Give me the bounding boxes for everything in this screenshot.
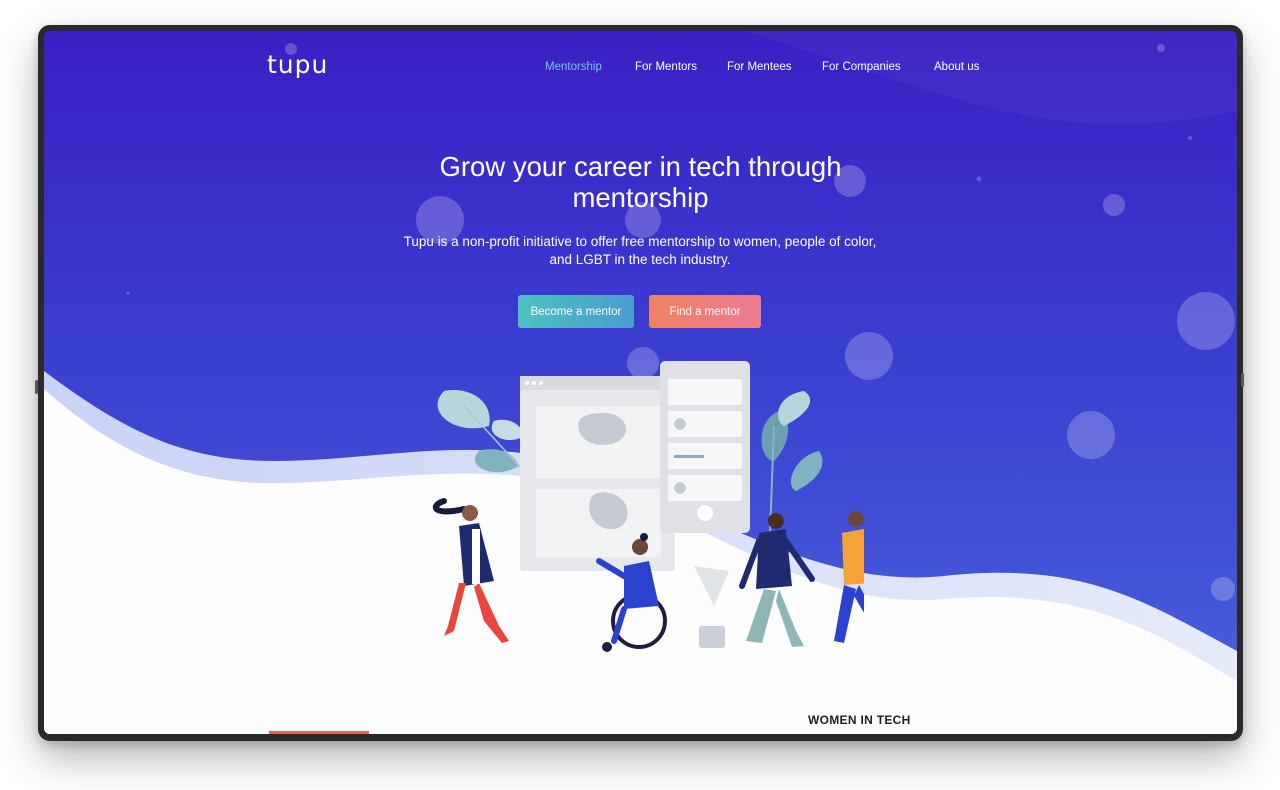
main-navigation: Mentorship For Mentors For Mentees For C… [44, 61, 1237, 77]
phone-icon [660, 361, 750, 533]
person-orange-jacket-figure [834, 511, 864, 643]
potted-plant-icon [694, 566, 729, 648]
browser-screen: tupu Mentorship For Mentors For Mentees … [44, 31, 1237, 734]
device-frame: tupu Mentorship For Mentors For Mentees … [35, 25, 1244, 741]
hero-title-line: Grow your career in tech through [439, 151, 842, 182]
nav-item-about-us[interactable]: About us [934, 61, 979, 73]
find-mentor-button[interactable]: Find a mentor [649, 295, 761, 328]
hero-title: Grow your career in tech through mentors… [364, 151, 917, 213]
woman-walking-figure [432, 498, 509, 643]
nav-item-mentorship[interactable]: Mentorship [545, 61, 602, 73]
man-walking-figure [739, 513, 815, 647]
browser-window-icon [520, 376, 675, 571]
plant-left-icon [437, 390, 525, 473]
device-side-button [1241, 373, 1244, 387]
hero-subtitle: Tupu is a non-profit initiative to offer… [390, 233, 890, 269]
women-in-tech-heading: WOMEN IN TECH [808, 713, 911, 727]
nav-item-for-mentees[interactable]: For Mentees [727, 61, 792, 73]
nav-item-for-mentors[interactable]: For Mentors [635, 61, 697, 73]
become-mentor-button[interactable]: Become a mentor [518, 295, 634, 328]
hero-subtitle-line: and LGBT in the tech industry. [549, 252, 731, 267]
people-walking-mentorship-illustration [432, 361, 864, 652]
device-side-button [35, 380, 38, 394]
nav-item-for-companies[interactable]: For Companies [822, 61, 901, 73]
hero-title-line: mentorship [572, 182, 709, 213]
hero-subtitle-line: Tupu is a non-profit initiative to offer… [403, 234, 877, 249]
accent-strip [269, 731, 369, 734]
